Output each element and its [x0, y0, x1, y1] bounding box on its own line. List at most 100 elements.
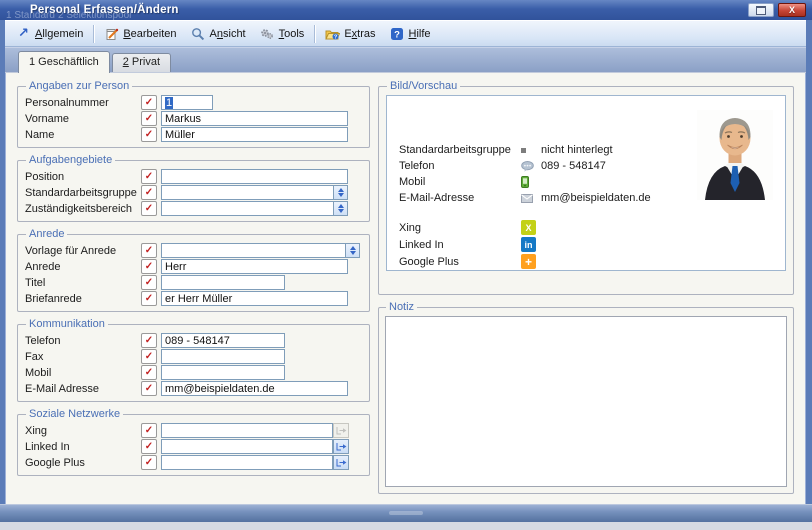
group-kommunikation: Kommunikation Telefon ✓ Fax ✓ Mobil ✓ [17, 319, 370, 402]
close-button[interactable]: X [778, 3, 806, 17]
notiz-textarea[interactable] [385, 316, 787, 487]
field-row-telefon: Telefon ✓ [25, 333, 362, 348]
toolbar-label: Extras [344, 28, 375, 40]
field-note-check-icon[interactable]: ✓ [141, 201, 157, 216]
field-row-linkedin: Linked In ✓ [25, 439, 362, 454]
portrait-photo [697, 110, 773, 200]
preview-label: Xing [399, 222, 521, 234]
folder-icon: ? [325, 27, 340, 41]
spinner-icon[interactable] [333, 185, 348, 200]
field-row-zustaendigkeitsbereich: Zuständigkeitsbereich ✓ [25, 201, 362, 216]
toolbar-item-allgemein[interactable]: ↗ Allgemein [9, 25, 90, 43]
spinner-icon[interactable] [345, 243, 360, 258]
telefon-input[interactable] [161, 333, 285, 348]
field-note-check-icon[interactable]: ✓ [141, 111, 157, 126]
linkedin-input[interactable] [161, 439, 333, 454]
toolbar-label: Tools [279, 28, 305, 40]
tab-privat[interactable]: 2 Privat [112, 53, 171, 72]
window-bottom-border [0, 504, 812, 522]
edit-note-icon [104, 27, 119, 41]
anrede-input[interactable] [161, 259, 348, 274]
toolbar-label: Hilfe [409, 28, 431, 40]
resize-grip[interactable] [389, 511, 423, 515]
preview-label: Telefon [399, 160, 521, 172]
field-label: Vorlage für Anrede [25, 245, 141, 257]
magnifier-icon [191, 27, 206, 41]
toolbar-item-hilfe[interactable]: ? Hilfe [383, 25, 438, 43]
group-title: Kommunikation [26, 319, 108, 330]
open-link-icon[interactable] [333, 455, 349, 470]
field-note-check-icon[interactable]: ✓ [141, 423, 157, 438]
vorname-input[interactable] [161, 111, 348, 126]
fax-input[interactable] [161, 349, 285, 364]
zustaendigkeitsbereich-input[interactable] [161, 201, 333, 216]
group-title: Bild/Vorschau [387, 81, 460, 92]
group-bild-vorschau: Bild/Vorschau [378, 81, 794, 295]
field-label: Mobil [25, 367, 141, 379]
group-anrede: Anrede Vorlage für Anrede ✓ Anrede ✓ Tit… [17, 229, 370, 312]
field-row-name: Name ✓ [25, 127, 362, 142]
toolbar-item-extras[interactable]: ? Extras [318, 25, 382, 43]
xing-input[interactable] [161, 423, 333, 438]
field-note-check-icon[interactable]: ✓ [141, 381, 157, 396]
googleplus-icon[interactable]: + [521, 254, 536, 269]
group-soziale-netzwerke: Soziale Netzwerke Xing ✓ Linked In ✓ [17, 409, 370, 476]
preview-column: Bild/Vorschau [378, 81, 794, 504]
field-note-check-icon[interactable]: ✓ [141, 95, 157, 110]
name-input[interactable] [161, 127, 348, 142]
toolbar-label: Allgemein [35, 28, 83, 40]
field-note-check-icon[interactable]: ✓ [141, 243, 157, 258]
open-link-icon[interactable] [333, 439, 349, 454]
field-label: Personalnummer [25, 97, 141, 109]
field-note-check-icon[interactable]: ✓ [141, 259, 157, 274]
spinner-icon[interactable] [333, 201, 348, 216]
restore-button[interactable] [748, 3, 774, 17]
standardarbeitsgruppe-input[interactable] [161, 185, 333, 200]
toolbar-item-bearbeiten[interactable]: Bearbeiten [97, 25, 183, 43]
xing-icon[interactable]: X [521, 220, 536, 235]
field-row-fax: Fax ✓ [25, 349, 362, 364]
field-label: Linked In [25, 441, 141, 453]
field-label: Telefon [25, 335, 141, 347]
field-note-check-icon[interactable]: ✓ [141, 333, 157, 348]
window-buttons: X [748, 3, 806, 17]
field-note-check-icon[interactable]: ✓ [141, 169, 157, 184]
help-icon: ? [390, 27, 405, 41]
field-note-check-icon[interactable]: ✓ [141, 349, 157, 364]
field-label: Xing [25, 425, 141, 437]
briefanrede-input[interactable] [161, 291, 348, 306]
group-title: Aufgabengebiete [26, 155, 115, 166]
field-note-check-icon[interactable]: ✓ [141, 291, 157, 306]
vorlage-anrede-input[interactable] [161, 243, 345, 258]
field-note-check-icon[interactable]: ✓ [141, 127, 157, 142]
personalnummer-input[interactable]: 1 [161, 95, 213, 110]
googleplus-input[interactable] [161, 455, 333, 470]
mobile-icon [521, 176, 541, 188]
field-note-check-icon[interactable]: ✓ [141, 455, 157, 470]
toolbar-item-ansicht[interactable]: Ansicht [184, 25, 253, 43]
field-row-briefanrede: Briefanrede ✓ [25, 291, 362, 306]
field-note-check-icon[interactable]: ✓ [141, 275, 157, 290]
field-row-position: Position ✓ [25, 169, 362, 184]
field-label: Zuständigkeitsbereich [25, 203, 141, 215]
toolbar-item-tools[interactable]: Tools [253, 25, 312, 43]
field-note-check-icon[interactable]: ✓ [141, 439, 157, 454]
main-toolbar: ↗ Allgemein Bearbeiten Ansicht Tools ? [5, 20, 806, 47]
field-row-vorlage-anrede: Vorlage für Anrede ✓ [25, 243, 362, 258]
field-label: Vorname [25, 113, 141, 125]
field-note-check-icon[interactable]: ✓ [141, 185, 157, 200]
position-input[interactable] [161, 169, 348, 184]
group-angaben-zur-person: Angaben zur Person Personalnummer ✓ 1 Vo… [17, 81, 370, 148]
mail-icon [521, 194, 541, 203]
preview-label: E-Mail-Adresse [399, 192, 521, 204]
field-row-anrede: Anrede ✓ [25, 259, 362, 274]
linkedin-icon[interactable]: in [521, 237, 536, 252]
field-label: Standardarbeitsgruppe [25, 187, 141, 199]
tab-geschaeftlich[interactable]: 1 Geschäftlich [18, 51, 110, 73]
field-note-check-icon[interactable]: ✓ [141, 365, 157, 380]
field-row-vorname: Vorname ✓ [25, 111, 362, 126]
email-input[interactable] [161, 381, 348, 396]
titel-input[interactable] [161, 275, 285, 290]
group-aufgabengebiete: Aufgabengebiete Position ✓ Standardarbei… [17, 155, 370, 222]
mobil-input[interactable] [161, 365, 285, 380]
